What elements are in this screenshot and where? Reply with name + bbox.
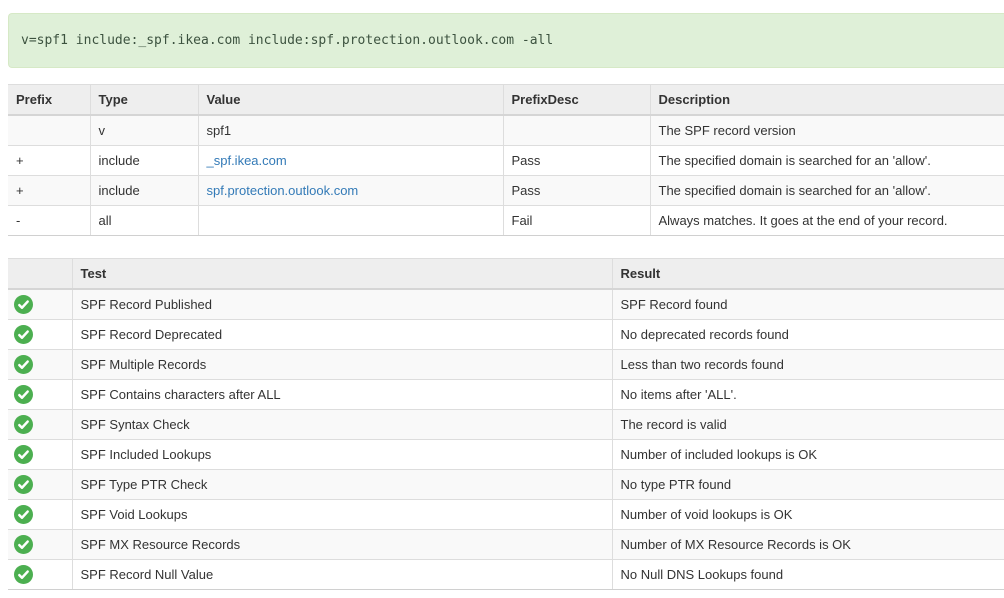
type-cell: include: [90, 176, 198, 206]
test-name-cell: SPF Record Deprecated: [72, 320, 612, 350]
column-header-description: Description: [650, 85, 1004, 116]
column-header-status: [8, 259, 72, 290]
test-result-cell: Less than two records found: [612, 350, 1004, 380]
description-cell: The specified domain is searched for an …: [650, 146, 1004, 176]
test-row: SPF Multiple Records Less than two recor…: [8, 350, 1004, 380]
prefix-cell: [8, 115, 90, 146]
test-result-cell: SPF Record found: [612, 289, 1004, 320]
description-cell: The specified domain is searched for an …: [650, 176, 1004, 206]
test-row: SPF Included Lookups Number of included …: [8, 440, 1004, 470]
column-header-type: Type: [90, 85, 198, 116]
column-header-test: Test: [72, 259, 612, 290]
test-row: SPF Type PTR Check No type PTR found: [8, 470, 1004, 500]
type-cell: all: [90, 206, 198, 236]
check-circle-icon: [14, 415, 33, 434]
test-result-cell: No deprecated records found: [612, 320, 1004, 350]
prefix-cell: +: [8, 146, 90, 176]
prefix-cell: +: [8, 176, 90, 206]
test-result-cell: No type PTR found: [612, 470, 1004, 500]
check-circle-icon: [14, 505, 33, 524]
status-cell: [8, 560, 72, 590]
type-cell: v: [90, 115, 198, 146]
column-header-result: Result: [612, 259, 1004, 290]
test-row: SPF Record Published SPF Record found: [8, 289, 1004, 320]
type-cell: include: [90, 146, 198, 176]
test-row: SPF Syntax Check The record is valid: [8, 410, 1004, 440]
test-result-cell: Number of MX Resource Records is OK: [612, 530, 1004, 560]
record-row-all: - all Fail Always matches. It goes at th…: [8, 206, 1004, 236]
value-cell: spf.protection.outlook.com: [198, 176, 503, 206]
value-cell: [198, 206, 503, 236]
status-cell: [8, 410, 72, 440]
check-circle-icon: [14, 385, 33, 404]
check-circle-icon: [14, 475, 33, 494]
prefixdesc-cell: Pass: [503, 176, 650, 206]
status-cell: [8, 530, 72, 560]
prefixdesc-cell: Fail: [503, 206, 650, 236]
prefixdesc-cell: [503, 115, 650, 146]
test-result-cell: Number of void lookups is OK: [612, 500, 1004, 530]
test-name-cell: SPF Void Lookups: [72, 500, 612, 530]
check-circle-icon: [14, 445, 33, 464]
test-row: SPF Record Deprecated No deprecated reco…: [8, 320, 1004, 350]
status-cell: [8, 440, 72, 470]
column-header-prefix: Prefix: [8, 85, 90, 116]
record-row-include-ikea: + include _spf.ikea.com Pass The specifi…: [8, 146, 1004, 176]
status-cell: [8, 350, 72, 380]
test-result-cell: No Null DNS Lookups found: [612, 560, 1004, 590]
description-cell: Always matches. It goes at the end of yo…: [650, 206, 1004, 236]
status-cell: [8, 470, 72, 500]
check-circle-icon: [14, 565, 33, 584]
test-name-cell: SPF Included Lookups: [72, 440, 612, 470]
spf-check-results-page: v=spf1 include:_spf.ikea.com include:spf…: [0, 0, 1004, 598]
spf-record-banner: v=spf1 include:_spf.ikea.com include:spf…: [8, 13, 1004, 68]
test-result-cell: The record is valid: [612, 410, 1004, 440]
test-result-cell: No items after 'ALL'.: [612, 380, 1004, 410]
test-result-cell: Number of included lookups is OK: [612, 440, 1004, 470]
check-circle-icon: [14, 355, 33, 374]
spf-tests-table: Test Result SPF Record Published SPF Rec…: [8, 258, 1004, 590]
test-name-cell: SPF Contains characters after ALL: [72, 380, 612, 410]
record-row-include-outlook: + include spf.protection.outlook.com Pas…: [8, 176, 1004, 206]
test-name-cell: SPF MX Resource Records: [72, 530, 612, 560]
record-row-version: v spf1 The SPF record version: [8, 115, 1004, 146]
test-row: SPF MX Resource Records Number of MX Res…: [8, 530, 1004, 560]
spf-record-text: v=spf1 include:_spf.ikea.com include:spf…: [21, 33, 553, 48]
value-cell: _spf.ikea.com: [198, 146, 503, 176]
check-circle-icon: [14, 325, 33, 344]
status-cell: [8, 380, 72, 410]
status-cell: [8, 320, 72, 350]
test-name-cell: SPF Syntax Check: [72, 410, 612, 440]
prefix-cell: -: [8, 206, 90, 236]
test-row: SPF Void Lookups Number of void lookups …: [8, 500, 1004, 530]
record-table-header-row: Prefix Type Value PrefixDesc Description: [8, 85, 1004, 116]
test-name-cell: SPF Type PTR Check: [72, 470, 612, 500]
check-circle-icon: [14, 295, 33, 314]
test-name-cell: SPF Record Published: [72, 289, 612, 320]
prefixdesc-cell: Pass: [503, 146, 650, 176]
value-cell: spf1: [198, 115, 503, 146]
tests-table-header-row: Test Result: [8, 259, 1004, 290]
test-row: SPF Record Null Value No Null DNS Lookup…: [8, 560, 1004, 590]
status-cell: [8, 500, 72, 530]
test-row: SPF Contains characters after ALL No ite…: [8, 380, 1004, 410]
status-cell: [8, 289, 72, 320]
description-cell: The SPF record version: [650, 115, 1004, 146]
domain-link-spf-outlook[interactable]: spf.protection.outlook.com: [207, 183, 359, 198]
column-header-prefixdesc: PrefixDesc: [503, 85, 650, 116]
spf-record-table: Prefix Type Value PrefixDesc Description…: [8, 84, 1004, 236]
check-circle-icon: [14, 535, 33, 554]
test-name-cell: SPF Multiple Records: [72, 350, 612, 380]
column-header-value: Value: [198, 85, 503, 116]
test-name-cell: SPF Record Null Value: [72, 560, 612, 590]
domain-link-spf-ikea[interactable]: _spf.ikea.com: [207, 153, 287, 168]
